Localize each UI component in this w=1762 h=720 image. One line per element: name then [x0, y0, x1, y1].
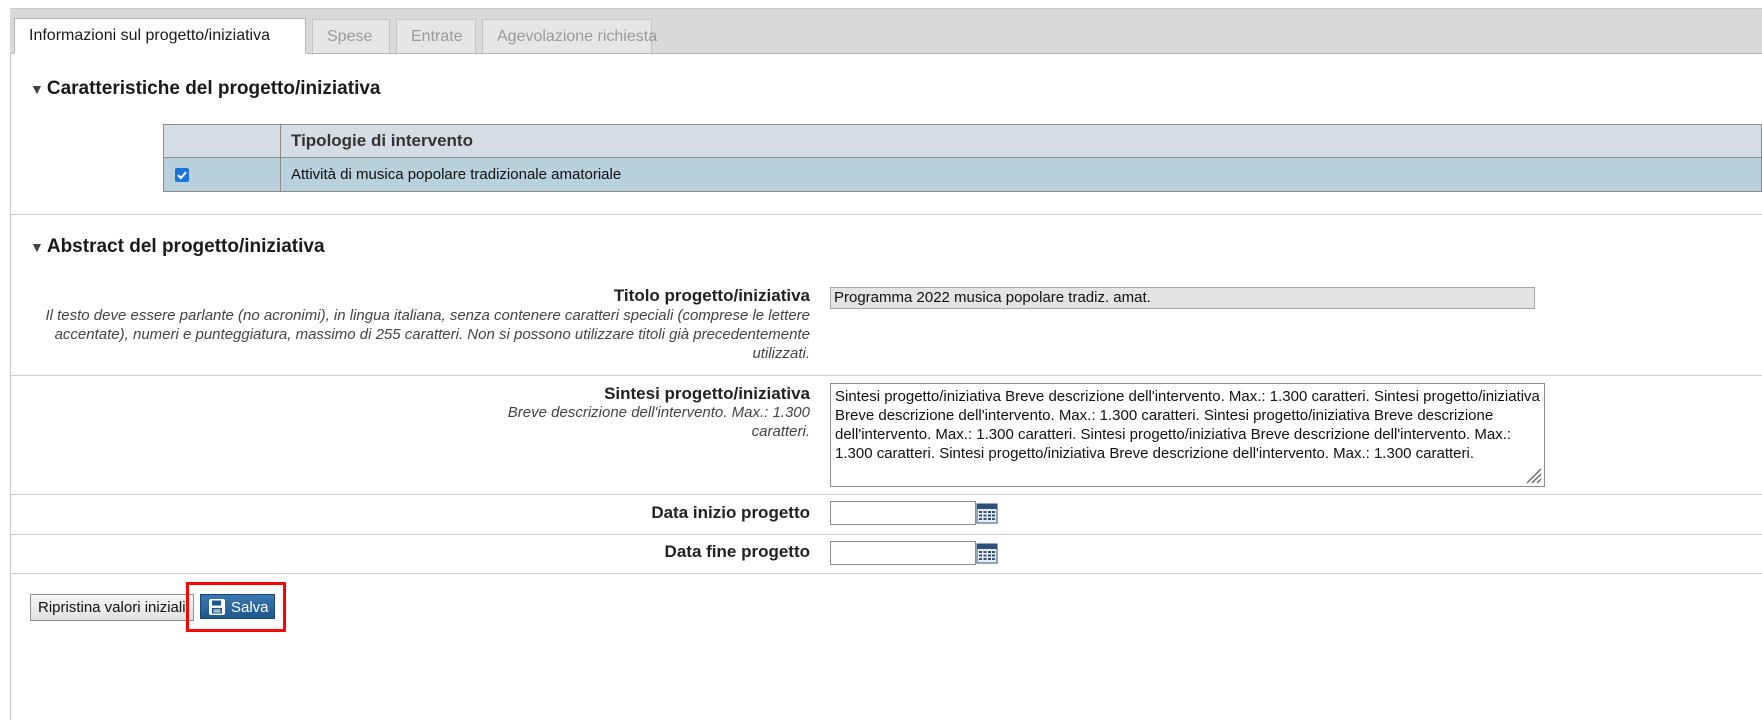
tipologie-table: Tipologie di intervento Attività di musi… — [163, 124, 1762, 192]
table-header-check-cell — [163, 124, 281, 158]
data-fine-input[interactable] — [830, 541, 976, 565]
sintesi-textarea-text: Sintesi progetto/iniziativa Breve descri… — [835, 388, 1540, 462]
tab-spese[interactable]: Spese — [312, 19, 390, 53]
table-row-check-cell — [163, 157, 281, 192]
data-fine-label: Data fine progetto — [664, 542, 810, 561]
top-strip — [0, 0, 1762, 8]
section-abstract-label: Abstract del progetto/iniziativa — [46, 236, 325, 257]
sintesi-label: Sintesi progetto/iniziativa — [604, 384, 810, 403]
row-checkbox[interactable] — [175, 167, 189, 182]
titolo-field[interactable]: Programma 2022 musica popolare tradiz. a… — [830, 287, 1535, 309]
row-divider — [11, 375, 1762, 376]
tab-bar: Informazioni sul progetto/iniziativa Spe… — [10, 8, 1762, 54]
save-button[interactable]: Salva — [200, 594, 275, 619]
calendar-icon[interactable] — [976, 502, 998, 524]
checkmark-icon — [177, 171, 187, 179]
data-inizio-label: Data inizio progetto — [651, 503, 810, 522]
section-caratteristiche-title[interactable]: ▼ Caratteristiche del progetto/iniziativa — [30, 78, 381, 100]
data-inizio-input[interactable] — [830, 501, 976, 525]
section-caratteristiche-label: Caratteristiche del progetto/iniziativa — [46, 78, 381, 99]
floppy-disk-icon — [209, 599, 225, 615]
table-header-tipologie: Tipologie di intervento — [280, 124, 1762, 158]
app-window: Informazioni sul progetto/iniziativa Spe… — [0, 0, 1762, 720]
save-button-label: Salva — [231, 599, 269, 616]
titolo-label: Titolo progetto/iniziativa — [613, 286, 810, 305]
calendar-icon[interactable] — [976, 542, 998, 564]
sintesi-textarea[interactable]: Sintesi progetto/iniziativa Breve descri… — [830, 383, 1545, 487]
tab-informazioni[interactable]: Informazioni sul progetto/iniziativa — [14, 18, 306, 54]
panel-left-border — [10, 52, 11, 720]
table-row[interactable]: Attività di musica popolare tradizionale… — [163, 157, 1762, 192]
row-divider — [11, 573, 1762, 574]
sintesi-help-text: Breve descrizione dell'intervento. Max.:… — [507, 404, 810, 440]
table-row-label: Attività di musica popolare tradizionale… — [280, 157, 1762, 192]
titolo-help-text: Il testo deve essere parlante (no acroni… — [45, 307, 810, 362]
collapse-triangle-icon[interactable]: ▼ — [30, 239, 44, 255]
row-divider — [11, 534, 1762, 535]
reset-button[interactable]: Ripristina valori iniziali — [30, 594, 194, 621]
section-divider — [11, 214, 1762, 215]
collapse-triangle-icon[interactable]: ▼ — [30, 81, 44, 97]
section-abstract-title[interactable]: ▼ Abstract del progetto/iniziativa — [30, 236, 325, 258]
resize-handle-icon[interactable] — [1524, 466, 1542, 484]
tab-agevolazione[interactable]: Agevolazione richiesta — [482, 19, 657, 53]
table-header-row: Tipologie di intervento — [163, 124, 1762, 158]
tab-entrate[interactable]: Entrate — [396, 19, 476, 53]
row-divider — [11, 494, 1762, 495]
